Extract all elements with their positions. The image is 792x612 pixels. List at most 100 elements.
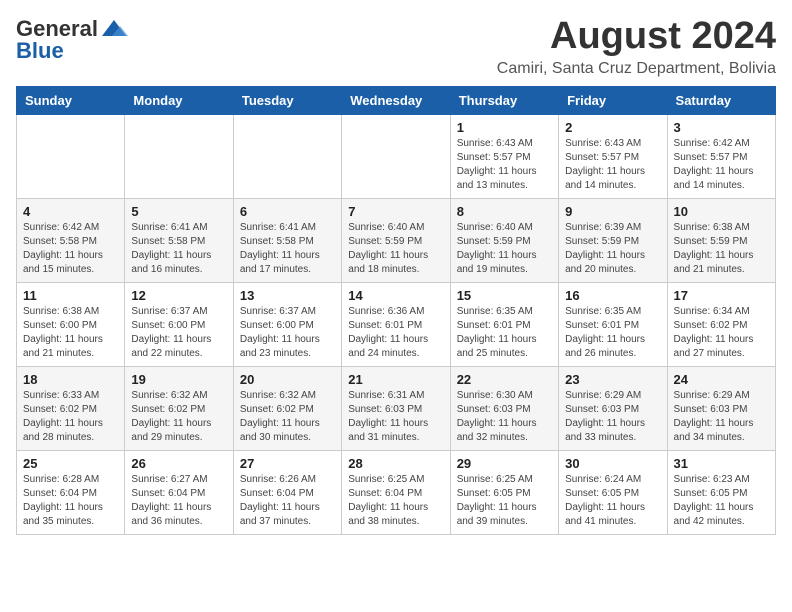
calendar-cell: 31 Sunrise: 6:23 AMSunset: 6:05 PMDayligh… [667, 450, 775, 534]
calendar-cell: 6 Sunrise: 6:41 AMSunset: 5:58 PMDaylight… [233, 198, 341, 282]
day-info: Sunrise: 6:25 AMSunset: 6:05 PMDaylight:… [457, 473, 552, 529]
day-number: 17 [674, 288, 769, 303]
day-info: Sunrise: 6:43 AMSunset: 5:57 PMDaylight:… [457, 137, 552, 193]
logo-blue-text: Blue [16, 38, 64, 64]
day-number: 27 [240, 456, 335, 471]
day-number: 9 [565, 204, 660, 219]
calendar-cell: 24 Sunrise: 6:29 AMSunset: 6:03 PMDayligh… [667, 366, 775, 450]
day-info: Sunrise: 6:35 AMSunset: 6:01 PMDaylight:… [457, 305, 552, 361]
col-wednesday: Wednesday [342, 86, 450, 114]
day-info: Sunrise: 6:35 AMSunset: 6:01 PMDaylight:… [565, 305, 660, 361]
day-number: 1 [457, 120, 552, 135]
calendar-cell: 26 Sunrise: 6:27 AMSunset: 6:04 PMDayligh… [125, 450, 233, 534]
day-number: 20 [240, 372, 335, 387]
calendar-cell: 9Sunrise: 6:39 AMSunset: 5:59 PMDaylight… [559, 198, 667, 282]
day-info: Sunrise: 6:41 AMSunset: 5:58 PMDaylight:… [240, 221, 335, 277]
calendar-cell: 29 Sunrise: 6:25 AMSunset: 6:05 PMDayligh… [450, 450, 558, 534]
calendar-cell: 10Sunrise: 6:38 AMSunset: 5:59 PMDayligh… [667, 198, 775, 282]
day-number: 31 [674, 456, 769, 471]
day-number: 3 [674, 120, 769, 135]
calendar-cell: 25 Sunrise: 6:28 AMSunset: 6:04 PMDayligh… [17, 450, 125, 534]
day-info: Sunrise: 6:38 AMSunset: 5:59 PMDaylight:… [674, 221, 769, 277]
day-info: Sunrise: 6:29 AMSunset: 6:03 PMDaylight:… [674, 389, 769, 445]
day-number: 21 [348, 372, 443, 387]
day-number: 24 [674, 372, 769, 387]
col-monday: Monday [125, 86, 233, 114]
calendar-cell: 20 Sunrise: 6:32 AMSunset: 6:02 PMDayligh… [233, 366, 341, 450]
day-info: Sunrise: 6:42 AMSunset: 5:57 PMDaylight:… [674, 137, 769, 193]
calendar-cell: 3 Sunrise: 6:42 AMSunset: 5:57 PMDaylight… [667, 114, 775, 198]
calendar-cell: 8Sunrise: 6:40 AMSunset: 5:59 PMDaylight… [450, 198, 558, 282]
day-number: 11 [23, 288, 118, 303]
day-info: Sunrise: 6:30 AMSunset: 6:03 PMDaylight:… [457, 389, 552, 445]
col-thursday: Thursday [450, 86, 558, 114]
day-info: Sunrise: 6:43 AMSunset: 5:57 PMDaylight:… [565, 137, 660, 193]
day-number: 16 [565, 288, 660, 303]
day-number: 30 [565, 456, 660, 471]
calendar-cell: 19 Sunrise: 6:32 AMSunset: 6:02 PMDayligh… [125, 366, 233, 450]
calendar-cell [125, 114, 233, 198]
col-friday: Friday [559, 86, 667, 114]
calendar-cell: 11 Sunrise: 6:38 AMSunset: 6:00 PMDayligh… [17, 282, 125, 366]
location-title: Camiri, Santa Cruz Department, Bolivia [497, 60, 776, 78]
day-number: 29 [457, 456, 552, 471]
day-info: Sunrise: 6:33 AMSunset: 6:02 PMDaylight:… [23, 389, 118, 445]
day-info: Sunrise: 6:29 AMSunset: 6:03 PMDaylight:… [565, 389, 660, 445]
day-info: Sunrise: 6:37 AMSunset: 6:00 PMDaylight:… [131, 305, 226, 361]
day-number: 4 [23, 204, 118, 219]
day-number: 28 [348, 456, 443, 471]
week-row-4: 18 Sunrise: 6:33 AMSunset: 6:02 PMDayligh… [17, 366, 776, 450]
day-number: 25 [23, 456, 118, 471]
day-number: 8 [457, 204, 552, 219]
day-number: 26 [131, 456, 226, 471]
month-title: August 2024 [497, 16, 776, 58]
day-number: 19 [131, 372, 226, 387]
day-info: Sunrise: 6:27 AMSunset: 6:04 PMDaylight:… [131, 473, 226, 529]
day-number: 23 [565, 372, 660, 387]
calendar-cell: 30 Sunrise: 6:24 AMSunset: 6:05 PMDayligh… [559, 450, 667, 534]
day-number: 6 [240, 204, 335, 219]
day-number: 2 [565, 120, 660, 135]
calendar-cell: 21 Sunrise: 6:31 AMSunset: 6:03 PMDayligh… [342, 366, 450, 450]
title-block: August 2024 Camiri, Santa Cruz Departmen… [497, 16, 776, 78]
day-info: Sunrise: 6:36 AMSunset: 6:01 PMDaylight:… [348, 305, 443, 361]
col-sunday: Sunday [17, 86, 125, 114]
day-info: Sunrise: 6:41 AMSunset: 5:58 PMDaylight:… [131, 221, 226, 277]
page-header: General Blue August 2024 Camiri, Santa C… [16, 16, 776, 78]
calendar-cell: 16 Sunrise: 6:35 AMSunset: 6:01 PMDayligh… [559, 282, 667, 366]
day-number: 12 [131, 288, 226, 303]
day-number: 13 [240, 288, 335, 303]
day-number: 22 [457, 372, 552, 387]
calendar-header-row: Sunday Monday Tuesday Wednesday Thursday… [17, 86, 776, 114]
day-info: Sunrise: 6:32 AMSunset: 6:02 PMDaylight:… [131, 389, 226, 445]
logo-icon [100, 18, 128, 40]
day-info: Sunrise: 6:28 AMSunset: 6:04 PMDaylight:… [23, 473, 118, 529]
calendar-cell: 2 Sunrise: 6:43 AMSunset: 5:57 PMDaylight… [559, 114, 667, 198]
day-info: Sunrise: 6:42 AMSunset: 5:58 PMDaylight:… [23, 221, 118, 277]
day-info: Sunrise: 6:31 AMSunset: 6:03 PMDaylight:… [348, 389, 443, 445]
week-row-2: 4 Sunrise: 6:42 AMSunset: 5:58 PMDaylight… [17, 198, 776, 282]
day-info: Sunrise: 6:37 AMSunset: 6:00 PMDaylight:… [240, 305, 335, 361]
day-info: Sunrise: 6:38 AMSunset: 6:00 PMDaylight:… [23, 305, 118, 361]
calendar-cell: 23 Sunrise: 6:29 AMSunset: 6:03 PMDayligh… [559, 366, 667, 450]
day-info: Sunrise: 6:23 AMSunset: 6:05 PMDaylight:… [674, 473, 769, 529]
day-info: Sunrise: 6:24 AMSunset: 6:05 PMDaylight:… [565, 473, 660, 529]
day-info: Sunrise: 6:32 AMSunset: 6:02 PMDaylight:… [240, 389, 335, 445]
week-row-5: 25 Sunrise: 6:28 AMSunset: 6:04 PMDayligh… [17, 450, 776, 534]
day-info: Sunrise: 6:25 AMSunset: 6:04 PMDaylight:… [348, 473, 443, 529]
calendar-cell: 22 Sunrise: 6:30 AMSunset: 6:03 PMDayligh… [450, 366, 558, 450]
week-row-1: 1 Sunrise: 6:43 AMSunset: 5:57 PMDaylight… [17, 114, 776, 198]
calendar-cell: 13 Sunrise: 6:37 AMSunset: 6:00 PMDayligh… [233, 282, 341, 366]
col-tuesday: Tuesday [233, 86, 341, 114]
calendar-cell: 5 Sunrise: 6:41 AMSunset: 5:58 PMDaylight… [125, 198, 233, 282]
day-number: 15 [457, 288, 552, 303]
calendar-cell [233, 114, 341, 198]
day-info: Sunrise: 6:40 AMSunset: 5:59 PMDaylight:… [348, 221, 443, 277]
logo: General Blue [16, 16, 128, 64]
calendar-cell: 12 Sunrise: 6:37 AMSunset: 6:00 PMDayligh… [125, 282, 233, 366]
day-number: 18 [23, 372, 118, 387]
calendar-cell: 18 Sunrise: 6:33 AMSunset: 6:02 PMDayligh… [17, 366, 125, 450]
day-info: Sunrise: 6:34 AMSunset: 6:02 PMDaylight:… [674, 305, 769, 361]
day-number: 5 [131, 204, 226, 219]
calendar-cell: 27Sunrise: 6:26 AMSunset: 6:04 PMDayligh… [233, 450, 341, 534]
